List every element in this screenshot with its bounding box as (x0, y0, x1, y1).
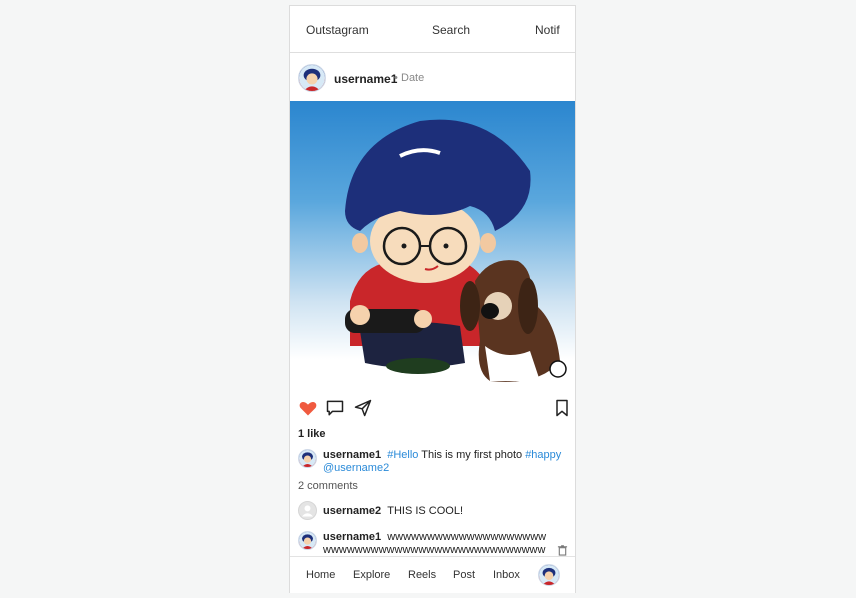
hashtag-happy[interactable]: #happy (525, 449, 561, 461)
nav-explore[interactable]: Explore (353, 569, 390, 581)
comments-count[interactable]: 2 comments (298, 480, 358, 492)
comment-author[interactable]: username1 (323, 531, 381, 543)
caption-author[interactable]: username1 (323, 449, 381, 461)
nav-reels[interactable]: Reels (408, 569, 436, 581)
comment-text: username2 THIS IS COOL! (323, 505, 568, 518)
top-bar: Outstagram Search Notif (290, 6, 575, 53)
nav-profile-avatar[interactable] (538, 564, 560, 586)
nav-post[interactable]: Post (453, 569, 475, 581)
bookmark-icon[interactable] (552, 398, 572, 418)
likes-count[interactable]: 1 like (298, 428, 326, 440)
caption-text: username1 #Hello This is my first photo … (323, 449, 568, 475)
author-avatar[interactable] (298, 64, 326, 92)
default-avatar[interactable] (298, 501, 317, 520)
brand-link[interactable]: Outstagram (306, 23, 369, 37)
post-photo[interactable] (290, 101, 575, 388)
post-date: Date (401, 72, 425, 84)
post-header: username1 • Date (290, 54, 575, 102)
author-name[interactable]: username1 (334, 72, 397, 86)
post-actions (290, 396, 575, 424)
comment-scroll-area[interactable]: username1 wwwwwwwwwwwwwwwwwwwwwwwwwwwwww… (290, 526, 575, 556)
nav-inbox[interactable]: Inbox (493, 569, 520, 581)
cartoon-illustration (345, 119, 567, 382)
caption-avatar[interactable] (298, 449, 317, 468)
hashtag-hello[interactable]: #Hello (387, 449, 418, 461)
send-icon[interactable] (353, 398, 373, 418)
comment-icon[interactable] (325, 398, 345, 418)
comment-row: username1 wwwwwwwwwwwwwwwwwwwwwwwwwwwwww… (298, 531, 568, 556)
bottom-nav: Home Explore Reels Post Inbox (290, 556, 575, 593)
app-frame: Outstagram Search Notif username1 • Date (289, 5, 576, 593)
comment-row: username2 THIS IS COOL! (298, 501, 568, 521)
nav-home[interactable]: Home (306, 569, 335, 581)
comment-body: THIS IS COOL! (387, 505, 464, 517)
comment-text: username1 wwwwwwwwwwwwwwwwwwwwwwwwwwwwww… (323, 531, 551, 556)
comment-author[interactable]: username2 (323, 505, 381, 517)
comment-avatar[interactable] (298, 531, 317, 550)
date-separator: • (394, 72, 398, 84)
mention-link[interactable]: @username2 (323, 462, 389, 474)
caption-body: This is my first photo (418, 449, 526, 461)
trash-icon[interactable] (557, 544, 568, 556)
notif-link[interactable]: Notif (535, 23, 560, 37)
search-link[interactable]: Search (432, 23, 470, 37)
caption-row: username1 #Hello This is my first photo … (298, 449, 568, 475)
heart-icon[interactable] (298, 398, 318, 418)
